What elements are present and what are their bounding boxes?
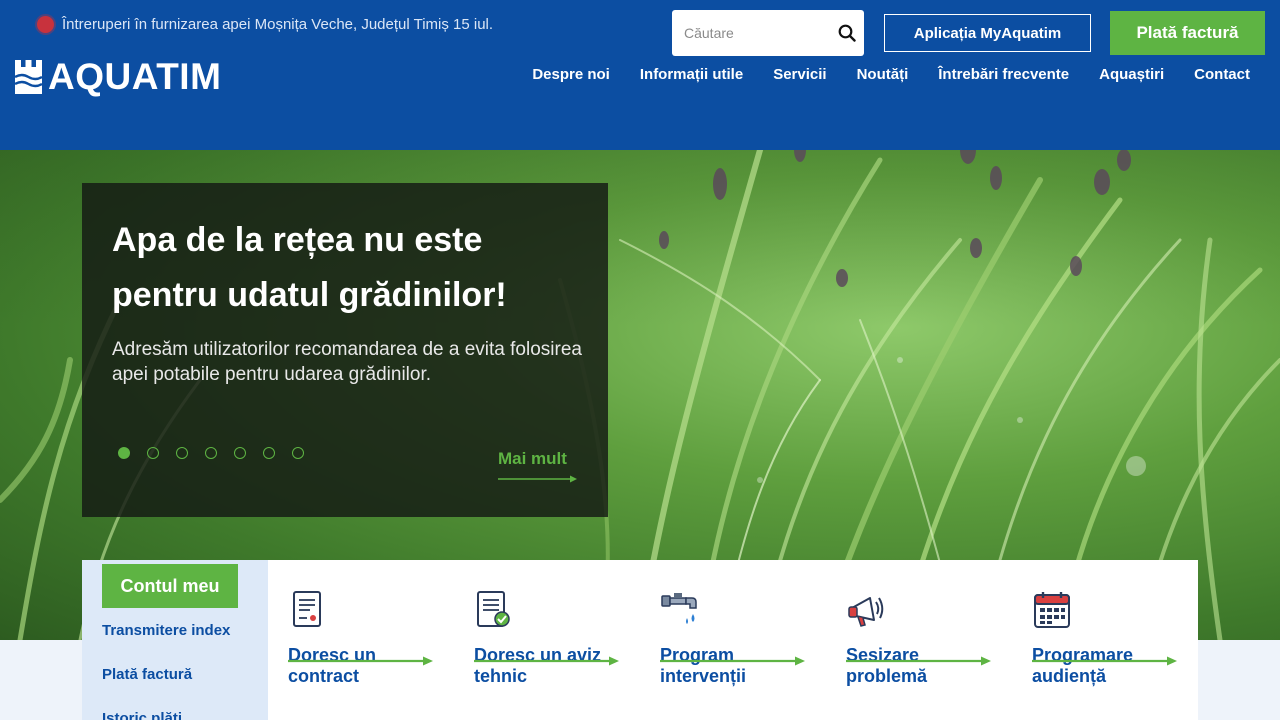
slide-title: Apa de la rețea nu este pentru udatul gr… <box>112 221 507 314</box>
slider-pagination <box>118 447 304 459</box>
header-wave-decoration <box>0 118 1280 140</box>
service-interventions[interactable]: Program intervenții <box>660 590 810 687</box>
account-link-pay-invoice[interactable]: Plată factură <box>102 666 192 683</box>
search-box <box>672 10 864 56</box>
service-interventions-arrow-icon <box>660 656 805 666</box>
quick-services-panel: Contul meu Transmitere index Plată factu… <box>82 560 1198 720</box>
logo-text: AQUATIM <box>48 56 222 97</box>
my-account-title[interactable]: Contul meu <box>102 564 238 608</box>
slider-dot-1[interactable] <box>118 447 130 459</box>
aquatim-logo[interactable]: AQUATIM <box>15 58 221 95</box>
water-tap-icon <box>661 593 697 624</box>
service-interventions-label: Program intervenții <box>660 645 747 686</box>
account-link-payment-history[interactable]: Istoric plăți <box>102 710 182 720</box>
account-sidebar: Contul meu Transmitere index Plată factu… <box>82 560 268 720</box>
calendar-icon <box>1034 592 1070 628</box>
castle-logo-icon <box>15 59 42 94</box>
service-audience-booking[interactable]: Programare audiență <box>1032 590 1182 687</box>
service-report-problem[interactable]: Sesizare problemă <box>846 590 996 687</box>
service-technical-approval-arrow-icon <box>474 656 619 666</box>
nav-aquastiri[interactable]: Aquaștiri <box>1099 66 1164 83</box>
service-audience-booking-arrow-icon <box>1032 656 1177 666</box>
contract-document-icon <box>293 591 321 627</box>
service-technical-approval-label: Doresc un aviz tehnic <box>474 645 602 686</box>
search-icon[interactable] <box>838 24 856 42</box>
service-audience-booking-label: Programare audiență <box>1032 645 1134 686</box>
nav-noutati[interactable]: Noutăți <box>857 66 909 83</box>
slider-dot-7[interactable] <box>292 447 304 459</box>
slider-dot-4[interactable] <box>205 447 217 459</box>
nav-servicii[interactable]: Servicii <box>773 66 826 83</box>
service-contract[interactable]: Doresc un contract <box>288 590 438 687</box>
slider-dot-6[interactable] <box>263 447 275 459</box>
megaphone-icon <box>848 597 884 627</box>
service-report-problem-label: Sesizare problemă <box>846 645 928 686</box>
nav-intrebari-frecvente[interactable]: Întrebări frecvente <box>938 66 1069 83</box>
alert-dot-icon <box>37 16 54 33</box>
account-link-index[interactable]: Transmitere index <box>102 622 230 639</box>
slide-description: Adresăm utilizatorilor recomandarea de a… <box>112 339 582 385</box>
myaquatim-app-button[interactable]: Aplicația MyAquatim <box>884 14 1091 52</box>
slider-dot-5[interactable] <box>234 447 246 459</box>
slider-dot-2[interactable] <box>147 447 159 459</box>
technical-document-icon <box>477 591 510 627</box>
hero-slide-card: Apa de la rețea nu este pentru udatul gr… <box>82 183 608 517</box>
service-report-problem-arrow-icon <box>846 656 991 666</box>
outage-alert-text[interactable]: Întreruperi în furnizarea apei Moșnița V… <box>62 16 493 33</box>
nav-contact[interactable]: Contact <box>1194 66 1250 83</box>
slider-dot-3[interactable] <box>176 447 188 459</box>
service-contract-arrow-icon <box>288 656 433 666</box>
service-contract-label: Doresc un contract <box>288 645 377 686</box>
read-more-link[interactable]: Mai mult <box>498 449 567 469</box>
pay-invoice-button[interactable]: Plată factură <box>1110 11 1265 55</box>
outage-alert[interactable]: Întreruperi în furnizarea apei Moșnița V… <box>37 16 493 33</box>
search-input[interactable] <box>672 10 822 56</box>
arrow-right-icon <box>498 475 577 483</box>
nav-despre-noi[interactable]: Despre noi <box>532 66 610 83</box>
service-technical-approval[interactable]: Doresc un aviz tehnic <box>474 590 624 687</box>
main-nav: Despre noi Informații utile Servicii Nou… <box>532 66 1250 83</box>
nav-informatii-utile[interactable]: Informații utile <box>640 66 743 83</box>
